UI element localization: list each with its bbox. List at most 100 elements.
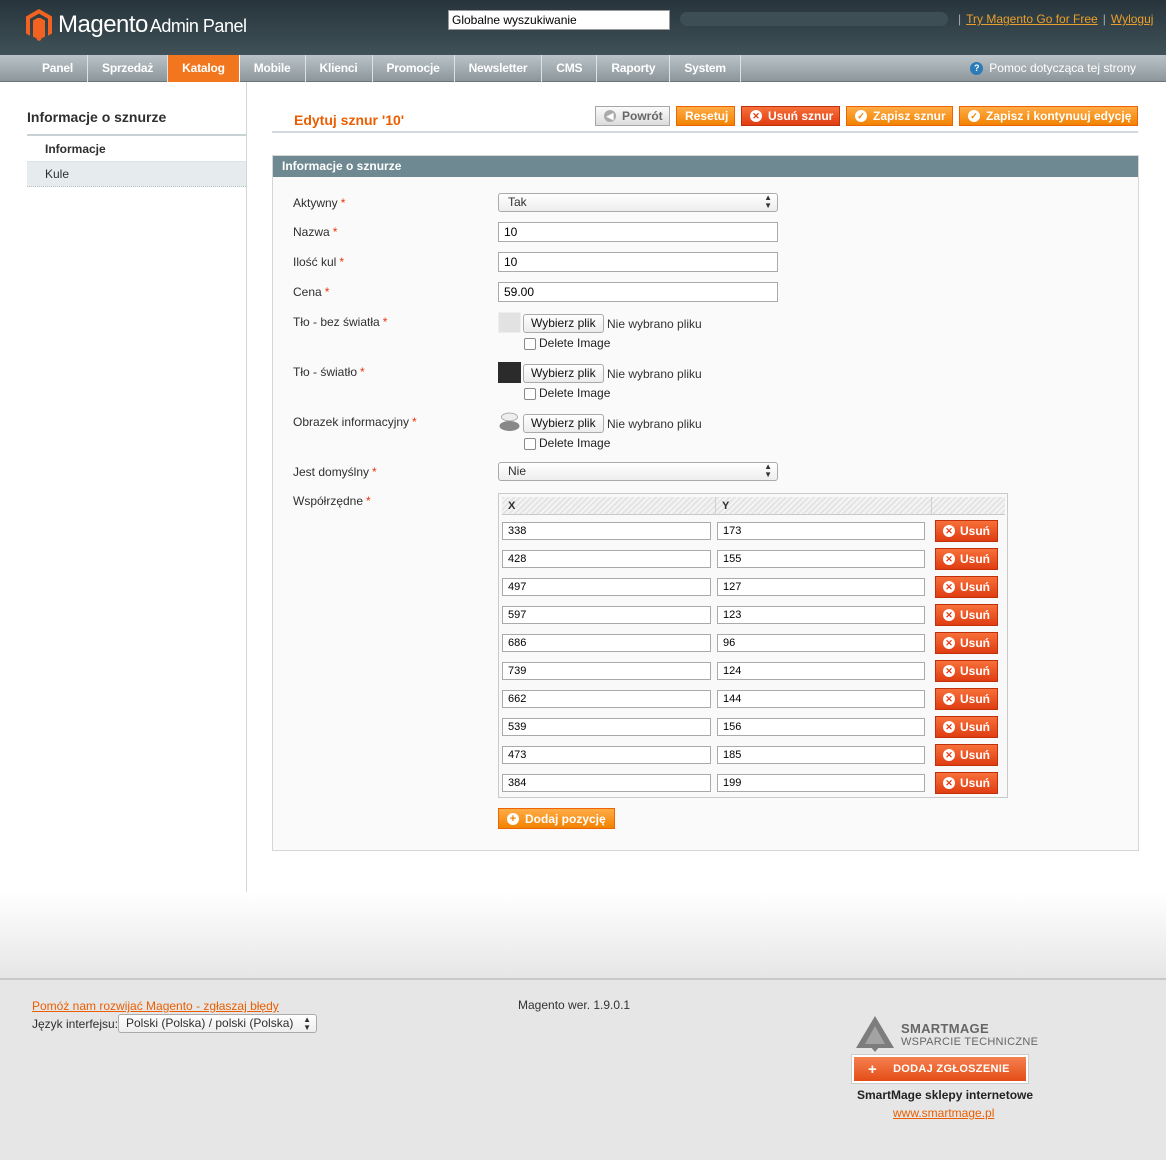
sidebar-title: Informacje o sznurze: [27, 109, 167, 125]
bg-nolight-delete-checkbox[interactable]: [524, 338, 536, 350]
remove-label: Usuń: [960, 552, 990, 566]
select-arrows-icon: ▲ ▼: [303, 1015, 311, 1032]
smartmage-website-link[interactable]: www.smartmage.pl: [893, 1106, 994, 1120]
coord-x-input[interactable]: [502, 662, 711, 680]
select-arrows-icon: ▲ ▼: [764, 193, 772, 210]
coord-y-input[interactable]: [717, 718, 925, 736]
coord-y-input[interactable]: [717, 606, 925, 624]
check-icon: ✓: [855, 110, 867, 122]
coord-y-input[interactable]: [717, 634, 925, 652]
delete-icon: ✕: [943, 525, 955, 537]
coord-x-input[interactable]: [502, 606, 711, 624]
coords-label: Współrzędne *: [293, 494, 371, 508]
coord-y-input[interactable]: [717, 774, 925, 792]
count-input[interactable]: [498, 252, 778, 272]
remove-coord-button[interactable]: ✕ Usuń: [935, 716, 998, 738]
coord-x-input[interactable]: [502, 578, 711, 596]
remove-label: Usuń: [960, 608, 990, 622]
coord-y-input[interactable]: [717, 746, 925, 764]
info-image-delete-checkbox[interactable]: [524, 438, 536, 450]
try-magento-go-link[interactable]: Try Magento Go for Free: [966, 12, 1098, 26]
sidebar: Informacje o sznurze Informacje Kule: [0, 82, 247, 892]
coord-x-input[interactable]: [502, 774, 711, 792]
nav-panel[interactable]: Panel: [28, 55, 89, 82]
magento-logo[interactable]: Magento Admin Panel: [26, 9, 247, 41]
remove-coord-button[interactable]: ✕ Usuń: [935, 744, 998, 766]
nav-system[interactable]: System: [670, 55, 741, 82]
language-label: Język interfejsu:: [32, 1017, 119, 1031]
bg-nolight-file-button[interactable]: Wybierz plik: [523, 314, 604, 333]
nav-customers[interactable]: Klienci: [306, 55, 373, 82]
nav-reports[interactable]: Raporty: [597, 55, 671, 82]
info-image-file-button[interactable]: Wybierz plik: [523, 414, 604, 433]
remove-coord-button[interactable]: ✕ Usuń: [935, 660, 998, 682]
language-select[interactable]: Polski (Polska) / polski (Polska) ▲ ▼: [118, 1014, 317, 1033]
sidebar-tab-kule[interactable]: Kule: [27, 162, 246, 187]
coord-x-input[interactable]: [502, 746, 711, 764]
bg-nolight-thumbnail[interactable]: [498, 312, 521, 333]
price-input[interactable]: [498, 282, 778, 302]
sidebar-tab-informacje[interactable]: Informacje: [27, 137, 246, 162]
form-section: Informacje o sznurze Aktywny * Tak ▲ ▼ Nazw…: [272, 155, 1139, 851]
nav-sales[interactable]: Sprzedaż: [88, 55, 169, 82]
coord-x-input[interactable]: [502, 522, 711, 540]
remove-label: Usuń: [960, 748, 990, 762]
coord-y-input[interactable]: [717, 522, 925, 540]
header: MagentoAdmin Panel |Try Magento Go for F…: [0, 0, 1166, 55]
delete-icon: ✕: [943, 693, 955, 705]
nav-newsletter[interactable]: Newsletter: [455, 55, 543, 82]
report-bugs-link[interactable]: Pomóż nam rozwijać Magento - zgłaszaj bł…: [32, 999, 279, 1013]
remove-label: Usuń: [960, 720, 990, 734]
bg-light-label: Tło - światło *: [293, 365, 365, 379]
remove-coord-button[interactable]: ✕ Usuń: [935, 548, 998, 570]
delete-icon: ✕: [943, 553, 955, 565]
active-select[interactable]: Tak ▲ ▼: [498, 193, 778, 212]
default-select[interactable]: Nie ▲ ▼: [498, 462, 778, 481]
remove-coord-button[interactable]: ✕ Usuń: [935, 604, 998, 626]
nav-mobile[interactable]: Mobile: [240, 55, 306, 82]
smartmage-logo-icon: [856, 1016, 894, 1052]
coord-x-input[interactable]: [502, 634, 711, 652]
coord-y-input[interactable]: [717, 690, 925, 708]
check-icon: ✓: [968, 110, 980, 122]
remove-coord-button[interactable]: ✕ Usuń: [935, 632, 998, 654]
col-x-header: X: [502, 497, 716, 515]
coord-x-input[interactable]: [502, 550, 711, 568]
remove-coord-button[interactable]: ✕ Usuń: [935, 576, 998, 598]
reset-button[interactable]: Resetuj: [676, 106, 736, 126]
nav-promotions[interactable]: Promocje: [373, 55, 455, 82]
global-search-input[interactable]: [448, 10, 670, 30]
help-link[interactable]: ? Pomoc dotycząca tej strony: [970, 55, 1136, 82]
coord-y-input[interactable]: [717, 662, 925, 680]
coord-y-input[interactable]: [717, 550, 925, 568]
active-label: Aktywny *: [293, 196, 346, 210]
nav-catalog[interactable]: Katalog: [168, 55, 240, 82]
back-button[interactable]: ◀ Powrót: [595, 106, 670, 126]
remove-coord-button[interactable]: ✕ Usuń: [935, 520, 998, 542]
help-icon: ?: [970, 62, 984, 75]
coords-table-header: X Y: [502, 497, 1005, 515]
remove-coord-button[interactable]: ✕ Usuń: [935, 688, 998, 710]
save-button[interactable]: ✓ Zapisz sznur: [846, 106, 953, 126]
name-label: Nazwa *: [293, 225, 338, 239]
remove-label: Usuń: [960, 636, 990, 650]
name-input[interactable]: [498, 222, 778, 242]
info-image-file-note: Nie wybrano pliku: [607, 417, 702, 431]
coord-y-input[interactable]: [717, 578, 925, 596]
save-continue-button[interactable]: ✓ Zapisz i kontynuuj edycję: [959, 106, 1139, 126]
bg-nolight-label: Tło - bez światła *: [293, 315, 388, 329]
info-image-thumbnail[interactable]: [498, 412, 521, 433]
coord-x-input[interactable]: [502, 690, 711, 708]
bg-light-delete-checkbox[interactable]: [524, 388, 536, 400]
delete-icon: ✕: [750, 110, 762, 122]
delete-button[interactable]: ✕ Usuń sznur: [741, 106, 841, 126]
coord-x-input[interactable]: [502, 718, 711, 736]
remove-coord-button[interactable]: ✕ Usuń: [935, 772, 998, 794]
add-position-button[interactable]: + Dodaj pozycję: [498, 808, 615, 829]
add-ticket-button[interactable]: + DODAJ ZGŁOSZENIE: [851, 1054, 1029, 1084]
delete-icon: ✕: [943, 721, 955, 733]
nav-cms[interactable]: CMS: [542, 55, 598, 82]
bg-light-file-button[interactable]: Wybierz plik: [523, 364, 604, 383]
logout-link[interactable]: Wyloguj: [1111, 12, 1154, 26]
bg-light-thumbnail[interactable]: [498, 362, 521, 383]
